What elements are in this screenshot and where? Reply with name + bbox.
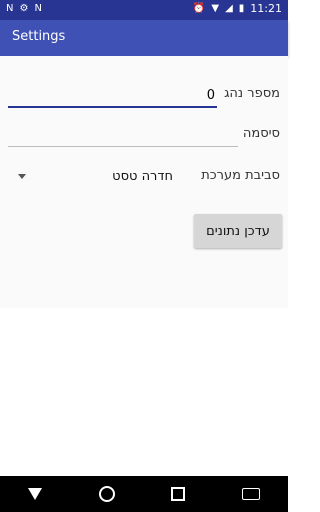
password-row: סיסמה [8, 122, 280, 150]
home-icon[interactable] [98, 486, 115, 502]
password-input[interactable] [8, 124, 238, 147]
n-icon: N [34, 3, 42, 14]
app-bar: Settings [0, 20, 288, 56]
update-data-button[interactable]: עדכן נתונים [194, 214, 282, 248]
environment-selected: חדרה טסט [112, 169, 173, 184]
driver-number-label: מספר נהג [224, 86, 280, 101]
environment-label: סביבת מערכת [201, 168, 280, 183]
dropdown-arrow-icon [18, 174, 26, 179]
alarm-icon: ⏰ [192, 3, 206, 14]
password-label: סיסמה [242, 126, 280, 141]
back-icon[interactable] [28, 488, 43, 500]
n-icon: N [6, 3, 14, 14]
app-title: Settings [12, 29, 66, 44]
battery-icon: ▮ [238, 3, 245, 14]
settings-icon: ⚙ [19, 3, 29, 14]
recents-icon[interactable] [171, 487, 186, 501]
status-bar: N ⚙ N ⏰ ▼ ◢ ▮ 11:21 [0, 0, 288, 20]
settings-form: מספר נהג סיסמה סביבת מערכת חדרה טסט עדכן… [0, 56, 288, 308]
driver-number-row: מספר נהג [8, 82, 280, 110]
navigation-bar [0, 476, 288, 512]
wifi-icon: ▼ [211, 3, 220, 14]
driver-number-input[interactable] [8, 84, 217, 108]
keyboard-icon[interactable] [241, 488, 260, 500]
environment-dropdown[interactable]: חדרה טסט [8, 164, 173, 192]
clock: 11:21 [250, 2, 282, 15]
environment-row: סביבת מערכת חדרה טסט [8, 164, 280, 192]
signal-icon: ◢ [225, 3, 233, 14]
